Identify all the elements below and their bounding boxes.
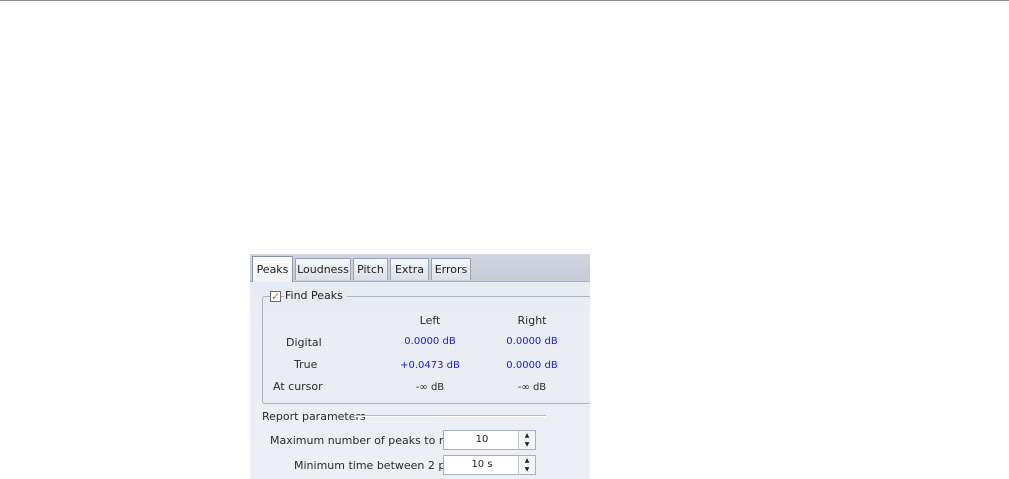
at-cursor-right-value: -∞ dB bbox=[517, 382, 547, 393]
column-header-right: Right bbox=[517, 314, 547, 327]
max-peaks-spin-buttons: ▲ ▼ bbox=[518, 431, 535, 449]
tab-loudness[interactable]: Loudness bbox=[295, 258, 351, 280]
row-label-true: True bbox=[294, 358, 318, 371]
spin-down-arrow-icon[interactable]: ▼ bbox=[519, 465, 535, 474]
spin-up-arrow-icon[interactable]: ▲ bbox=[519, 456, 535, 465]
at-cursor-left-value: -∞ dB bbox=[415, 382, 445, 393]
spin-up-arrow-icon[interactable]: ▲ bbox=[519, 431, 535, 440]
report-parameters-title: Report parameters bbox=[262, 410, 366, 423]
row-label-at-cursor: At cursor bbox=[273, 380, 323, 393]
tab-bar: Peaks Loudness Pitch Extra Errors bbox=[250, 254, 590, 282]
tab-errors[interactable]: Errors bbox=[431, 258, 471, 280]
true-left-value: +0.0473 dB bbox=[400, 360, 460, 371]
tab-extra[interactable]: Extra bbox=[390, 258, 429, 280]
tab-pitch[interactable]: Pitch bbox=[353, 258, 388, 280]
report-parameters-divider bbox=[354, 415, 546, 417]
min-time-input[interactable]: 10 s bbox=[444, 456, 520, 474]
window-top-border bbox=[0, 0, 1009, 1]
true-right-value: 0.0000 dB bbox=[506, 360, 558, 371]
min-time-spin-buttons: ▲ ▼ bbox=[518, 456, 535, 474]
find-peaks-checkbox[interactable]: ✓ bbox=[270, 291, 281, 302]
digital-left-value: 0.0000 dB bbox=[404, 336, 456, 347]
min-time-spinner[interactable]: 10 s ▲ ▼ bbox=[443, 455, 536, 475]
max-peaks-spinner[interactable]: 10 ▲ ▼ bbox=[443, 430, 536, 450]
tab-peaks[interactable]: Peaks bbox=[252, 256, 293, 282]
column-header-left: Left bbox=[419, 314, 441, 327]
row-label-digital: Digital bbox=[286, 336, 322, 349]
spin-down-arrow-icon[interactable]: ▼ bbox=[519, 440, 535, 449]
digital-right-value: 0.0000 dB bbox=[506, 336, 558, 347]
find-peaks-label: Find Peaks bbox=[284, 289, 347, 303]
max-peaks-input[interactable]: 10 bbox=[444, 431, 520, 449]
